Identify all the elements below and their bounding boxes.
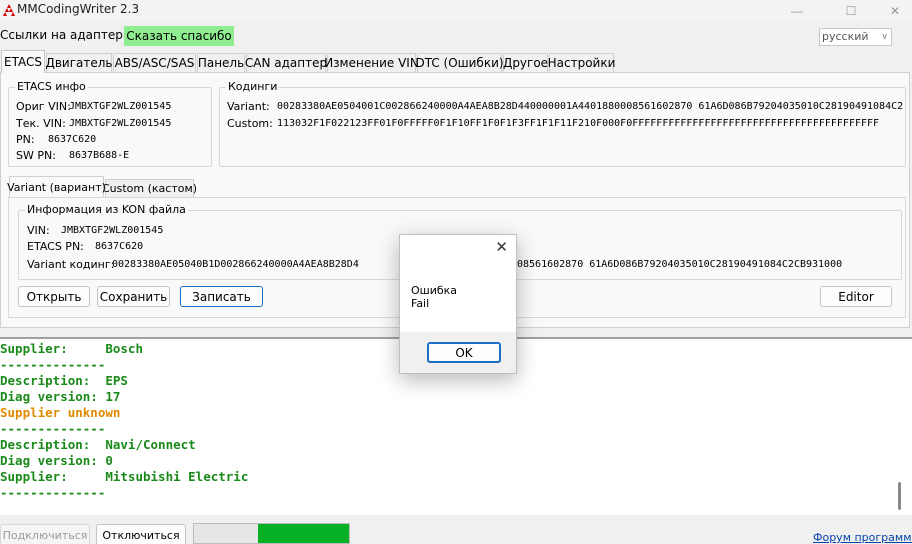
kon-variant-value: 00283380AE05040B1D002866240000A4AEA8B28D… — [112, 259, 359, 270]
tab-other[interactable]: Другое — [503, 53, 548, 72]
subtab-custom[interactable]: Custom (кастом) — [102, 179, 197, 197]
kon-vin-label: VIN: — [27, 224, 50, 237]
custom-coding-label: Custom: — [227, 117, 273, 130]
swpn-value: 8637B688-E — [69, 150, 130, 161]
tab-panel[interactable]: Панель — [197, 53, 245, 72]
open-button[interactable]: Открыть — [18, 286, 90, 307]
log-line: Diag version: 0 — [0, 453, 113, 468]
log-line: Supplier: Mitsubishi Electric — [0, 469, 249, 484]
cur-vin-value: JMBXTGF2WLZ001545 — [69, 118, 172, 129]
tab-dtc[interactable]: DTC (Ошибки) — [415, 53, 504, 72]
log-scroll-thumb[interactable] — [898, 482, 901, 510]
kon-vin-value: JMBXTGF2WLZ001545 — [61, 225, 164, 236]
codings-title: Кодинги — [226, 80, 280, 93]
language-select[interactable]: русский ∨ — [819, 28, 892, 46]
custom-coding-value: 113032F1F022123FF01F0FFFFF0F1F10FF1F0F1F… — [277, 118, 880, 129]
log-line: Description: EPS — [0, 373, 128, 388]
progress-bar — [193, 523, 350, 544]
log-line: Supplier unknown — [0, 405, 121, 420]
write-button[interactable]: Записать — [180, 286, 263, 307]
orig-vin-label: Ориг VIN: — [16, 100, 71, 113]
disconnect-button[interactable]: Отключиться — [96, 524, 186, 544]
tab-engine[interactable]: Двигатель — [45, 53, 113, 72]
swpn-label: SW PN: — [16, 149, 56, 162]
dialog-message: Fail — [411, 297, 430, 310]
kon-pn-label: ETACS PN: — [27, 240, 84, 253]
tab-settings[interactable]: Настройки — [548, 53, 615, 72]
log-line: -------------- — [0, 485, 106, 500]
minimize-icon[interactable]: — — [774, 0, 820, 22]
kon-pn-value: 8637C620 — [95, 241, 144, 252]
pn-label: PN: — [16, 133, 35, 146]
connect-button[interactable]: Подключиться — [0, 524, 90, 544]
save-button[interactable]: Сохранить — [97, 286, 170, 307]
progress-fill — [257, 524, 349, 543]
etacs-info-title: ETACS инфо — [15, 80, 88, 93]
log-line: -------------- — [0, 357, 106, 372]
error-dialog: ✕ Ошибка Fail OK — [399, 234, 517, 374]
orig-vin-value: JMBXTGF2WLZ001545 — [69, 101, 172, 112]
tab-abs[interactable]: ABS/ASC/SAS — [113, 53, 196, 72]
tab-change-vin[interactable]: Изменение VIN — [324, 53, 419, 72]
kon-info-title: Информация из KON файла — [25, 203, 188, 216]
log-line: -------------- — [0, 421, 106, 436]
log-line: Description: Navi/Connect — [0, 437, 196, 452]
dialog-title: Ошибка — [411, 284, 458, 297]
variant-coding-label: Variant: — [227, 100, 270, 113]
pn-value: 8637C620 — [48, 134, 97, 145]
chevron-down-icon: ∨ — [881, 32, 888, 42]
language-value: русский — [822, 30, 869, 43]
adapter-links[interactable]: Ссылки на адаптеры — [0, 28, 132, 42]
close-icon[interactable]: ✕ — [495, 238, 508, 256]
log-line: Diag version: 17 — [0, 389, 121, 404]
variant-coding-value: 00283380AE0504001C002866240000A4AEA8B28D… — [277, 101, 903, 112]
cur-vin-label: Тек. VIN: — [16, 117, 66, 130]
editor-button[interactable]: Editor — [820, 286, 892, 307]
subtab-variant[interactable]: Variant (вариант) — [7, 176, 106, 197]
window-title: MMCodingWriter 2.3 — [17, 2, 140, 16]
forum-link[interactable]: Форум программы — [813, 531, 912, 544]
mitsubishi-logo-icon — [2, 3, 18, 19]
tab-can-adapter[interactable]: CAN адаптер — [245, 53, 327, 72]
ok-button[interactable]: OK — [427, 342, 501, 363]
maximize-icon[interactable]: ☐ — [828, 0, 874, 22]
close-icon[interactable]: ✕ — [872, 0, 912, 22]
kon-variant-value-tail: 08561602870 61A6D086B79204035010C2819049… — [517, 259, 843, 270]
thanks-button[interactable]: Сказать спасибо — [124, 26, 234, 46]
tab-etacs[interactable]: ETACS — [1, 50, 45, 73]
log-line: Supplier: Bosch — [0, 341, 143, 356]
kon-variant-label: Variant кодинг: — [27, 258, 115, 271]
